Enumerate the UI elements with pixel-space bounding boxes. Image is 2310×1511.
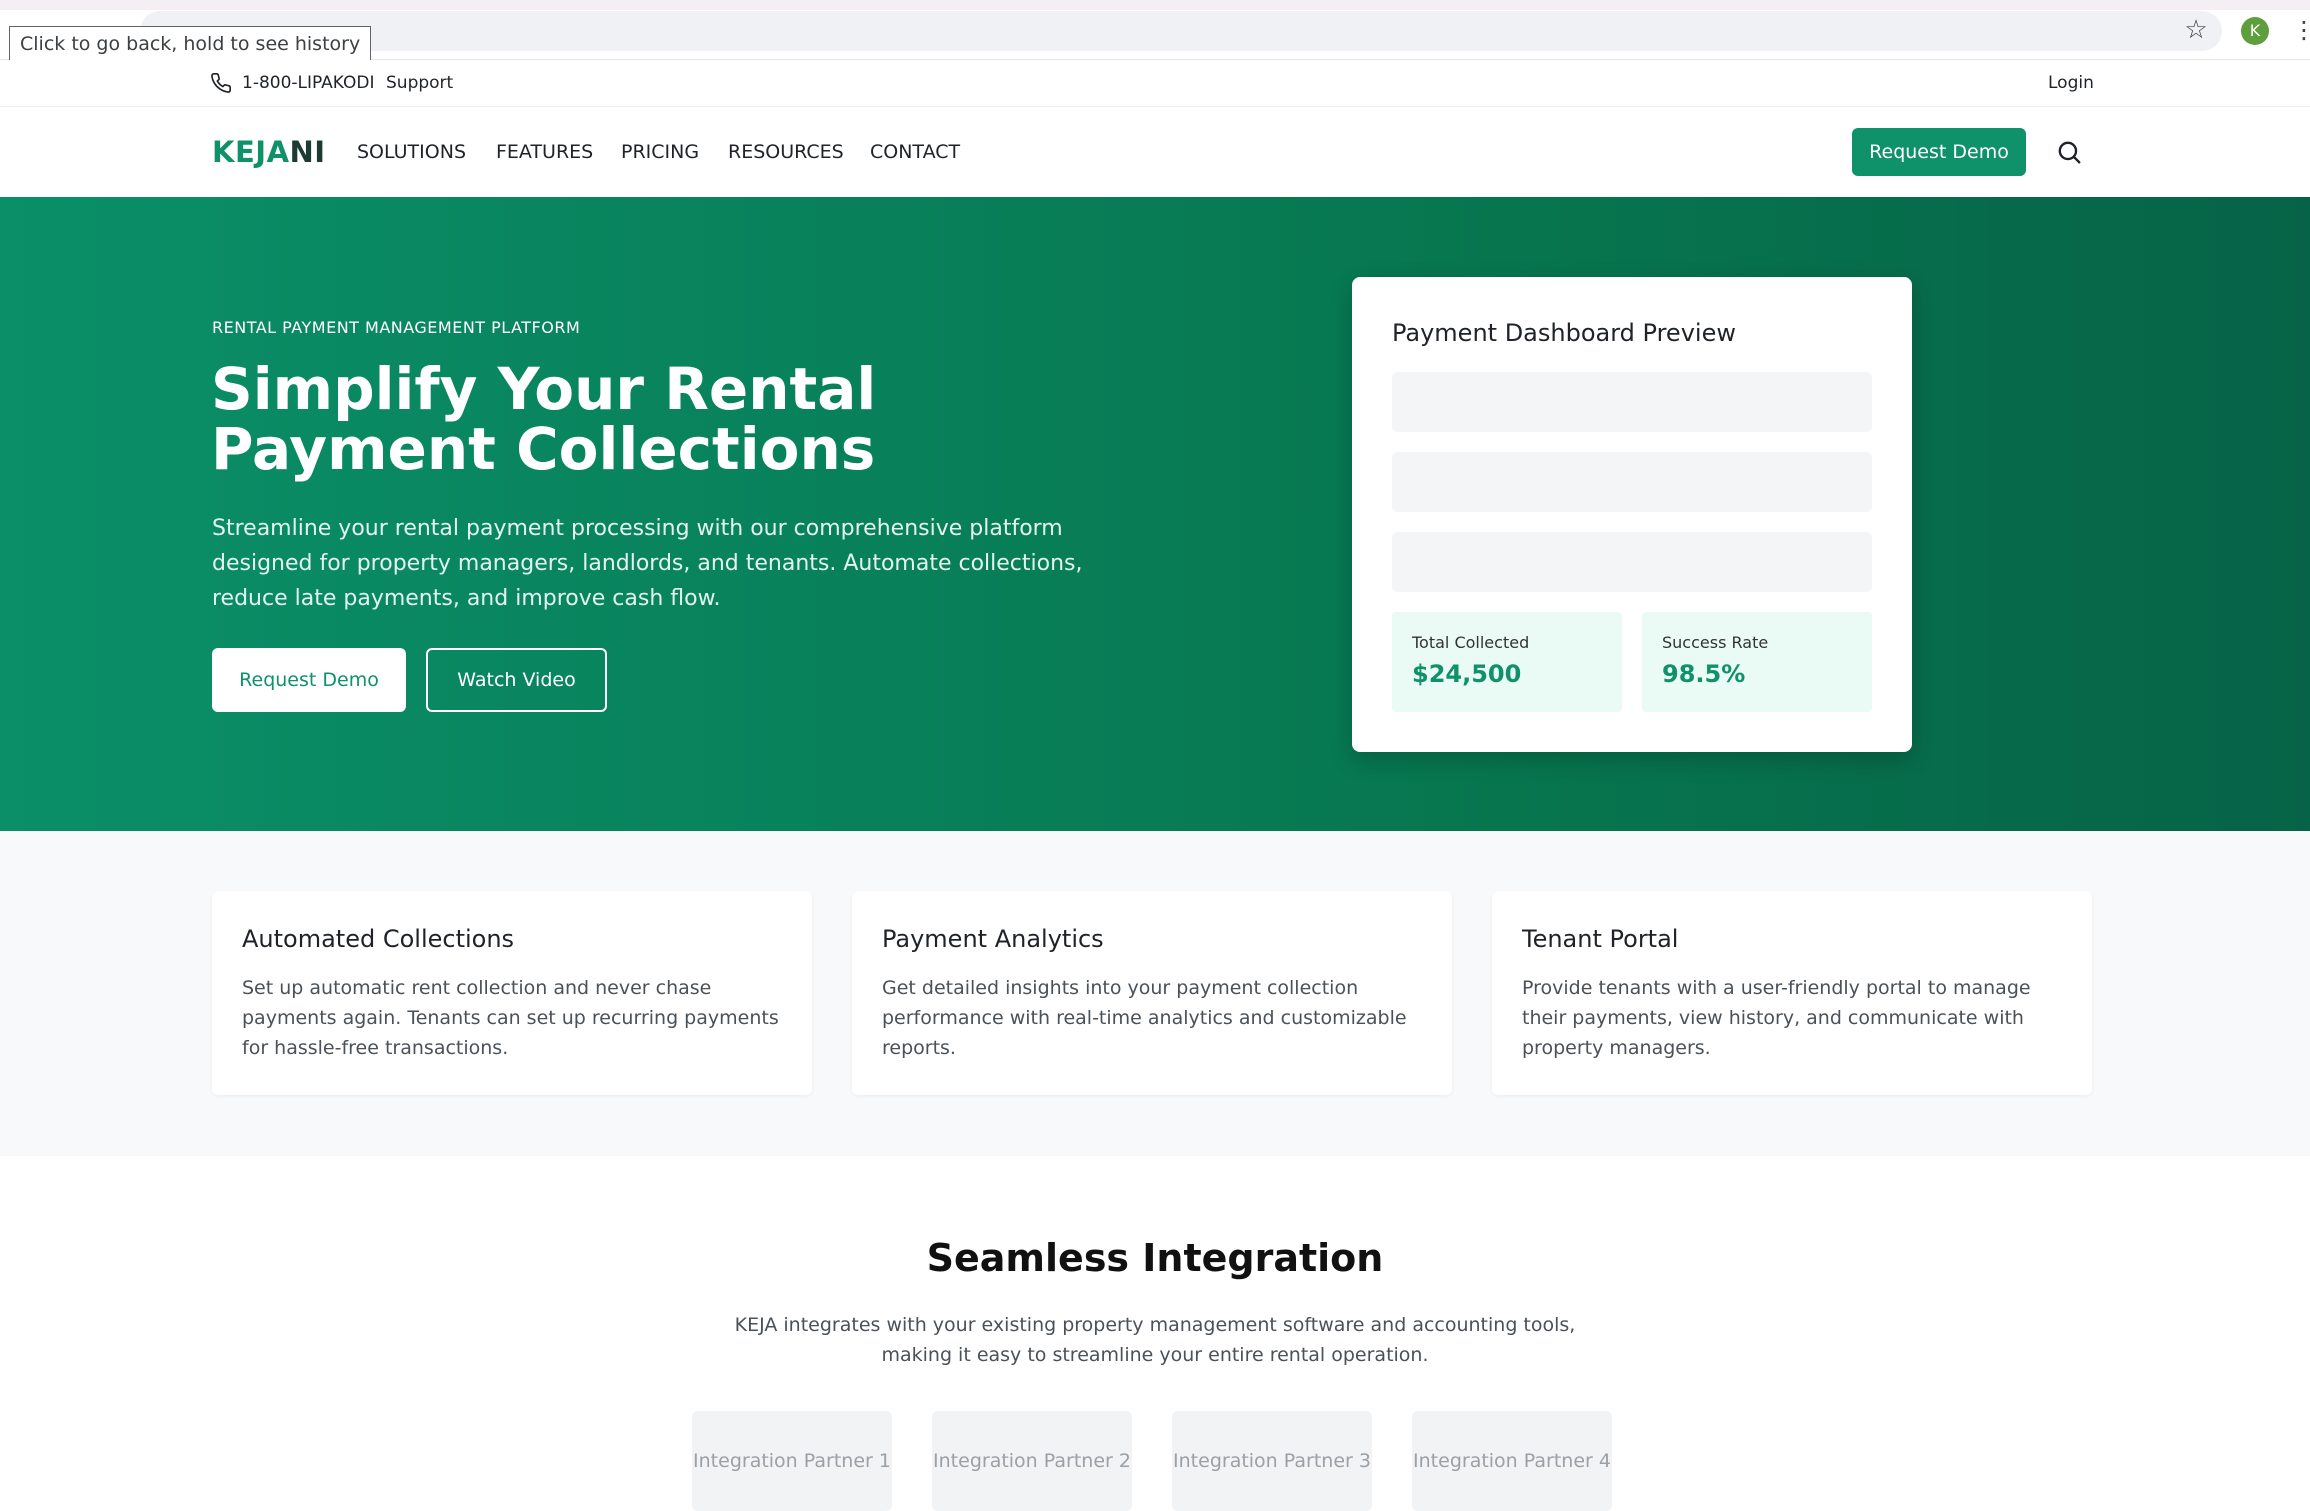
kebab-menu-icon[interactable]: ⋮ xyxy=(2292,12,2310,48)
nav-link-solutions[interactable]: SOLUTIONS xyxy=(357,138,466,166)
placeholder-row xyxy=(1392,452,1872,512)
hero-description: Streamline your rental payment processin… xyxy=(212,516,1083,611)
integration-title: Seamless Integration xyxy=(926,1236,1384,1280)
integration-partner-2[interactable]: Integration Partner 2 xyxy=(932,1411,1132,1511)
feature-title: Tenant Portal xyxy=(1522,925,1679,953)
logo[interactable]: KEJANI xyxy=(212,133,326,171)
placeholder-row xyxy=(1392,532,1872,592)
feature-card-payment-analytics: Payment Analytics Get detailed insights … xyxy=(852,891,1452,1095)
address-bar[interactable] xyxy=(140,11,2222,51)
feature-description: Set up automatic rent collection and nev… xyxy=(242,977,779,1059)
search-icon[interactable] xyxy=(2056,139,2082,165)
feature-card-automated-collections: Automated Collections Set up automatic r… xyxy=(212,891,812,1095)
back-button-tooltip: Click to go back, hold to see history xyxy=(9,26,372,62)
hero-request-demo-button[interactable]: Request Demo xyxy=(212,648,406,712)
hero-section: RENTAL PAYMENT MANAGEMENT PLATFORM Simpl… xyxy=(0,197,2310,831)
hero-title-line-1: Simplify Your Rental xyxy=(211,355,877,423)
dashboard-preview-title: Payment Dashboard Preview xyxy=(1392,319,1736,347)
stat-value: $24,500 xyxy=(1412,660,1522,688)
logo-part-2: NI xyxy=(289,135,326,169)
nav-link-resources[interactable]: RESOURCES xyxy=(728,138,844,166)
support-link[interactable]: Support xyxy=(386,71,453,95)
hero-eyebrow: RENTAL PAYMENT MANAGEMENT PLATFORM xyxy=(212,318,581,337)
integration-description: KEJA integrates with your existing prope… xyxy=(734,1314,1576,1366)
stat-success-rate: Success Rate 98.5% xyxy=(1642,612,1872,712)
hero-title-line-2: Payment Collections xyxy=(211,415,876,483)
stat-label: Success Rate xyxy=(1662,633,1769,652)
phone-icon xyxy=(211,73,231,93)
main-navigation: KEJANI SOLUTIONS FEATURES PRICING RESOUR… xyxy=(0,107,2310,197)
feature-card-tenant-portal: Tenant Portal Provide tenants with a use… xyxy=(1492,891,2092,1095)
request-demo-button[interactable]: Request Demo xyxy=(1852,128,2026,176)
phone-number-link[interactable]: 1-800-LIPAKODI xyxy=(242,71,375,95)
profile-avatar[interactable]: K xyxy=(2241,17,2269,45)
features-section: Automated Collections Set up automatic r… xyxy=(0,831,2310,1156)
star-icon[interactable]: ☆ xyxy=(2180,14,2212,46)
stat-total-collected: Total Collected $24,500 xyxy=(1392,612,1622,712)
feature-title: Automated Collections xyxy=(242,925,515,953)
feature-description: Get detailed insights into your payment … xyxy=(882,977,1407,1059)
feature-description: Provide tenants with a user-friendly por… xyxy=(1522,977,2031,1059)
stat-label: Total Collected xyxy=(1412,633,1530,652)
dashboard-preview-card: Payment Dashboard Preview Total Collecte… xyxy=(1352,277,1912,752)
integration-partner-1[interactable]: Integration Partner 1 xyxy=(692,1411,892,1511)
logo-part-1: KEJA xyxy=(212,135,290,169)
hero-title: Simplify Your Rental Payment Collections xyxy=(211,359,1111,479)
placeholder-row xyxy=(1392,372,1872,432)
stat-value: 98.5% xyxy=(1662,660,1746,688)
login-link[interactable]: Login xyxy=(2048,71,2094,95)
utility-bar: 1-800-LIPAKODI Support Login xyxy=(0,60,2310,107)
tab-strip-edge xyxy=(0,0,2310,10)
feature-title: Payment Analytics xyxy=(882,925,1104,953)
watch-video-button[interactable]: Watch Video xyxy=(426,648,607,712)
nav-link-pricing[interactable]: PRICING xyxy=(621,138,699,166)
integration-partner-4[interactable]: Integration Partner 4 xyxy=(1412,1411,1612,1511)
nav-link-contact[interactable]: CONTACT xyxy=(870,138,960,166)
nav-link-features[interactable]: FEATURES xyxy=(496,138,593,166)
integration-partner-3[interactable]: Integration Partner 3 xyxy=(1172,1411,1372,1511)
